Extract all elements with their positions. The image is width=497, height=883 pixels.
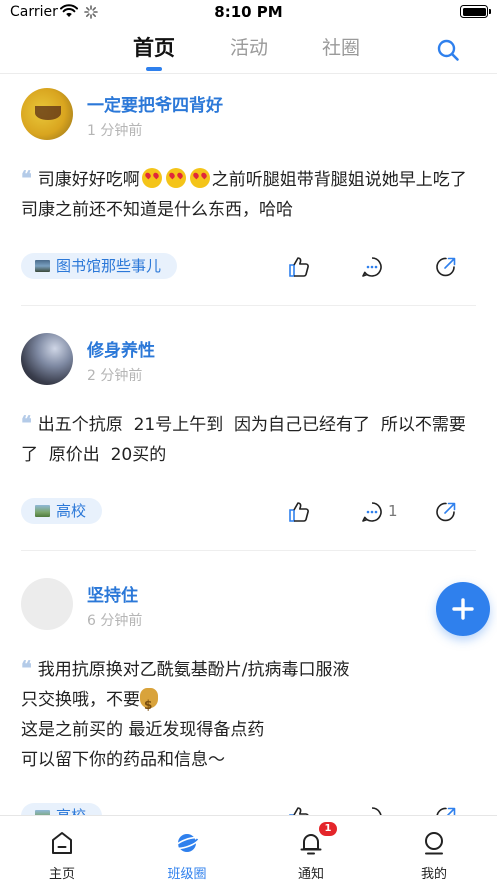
avatar[interactable] <box>21 333 73 385</box>
bottom-tab-label: 主页 <box>48 867 75 882</box>
heart-eyes-emoji-icon <box>189 168 210 188</box>
topic-thumbnail <box>35 505 50 517</box>
bottom-tab-label: 通知 <box>297 867 324 882</box>
post-username[interactable]: 修身养性 <box>87 336 155 361</box>
comment-icon[interactable] <box>360 805 384 815</box>
post-divider <box>21 305 476 306</box>
bottom-tab-label: 我的 <box>420 867 447 882</box>
bottom-tab-home[interactable]: 主页 <box>12 816 112 883</box>
post-divider <box>21 550 476 551</box>
topic-thumbnail <box>35 260 50 272</box>
post-content[interactable]: ❝ 司康好好吃啊 之前听腿姐带背腿姐说她早上吃了司康之前还不知道是什么东西，哈哈 <box>21 163 481 225</box>
like-icon[interactable] <box>287 805 311 815</box>
post-text-line: 可以留下你的药品和信息～ <box>21 750 225 770</box>
notification-badge: 1 <box>319 822 337 836</box>
comment-icon[interactable] <box>360 500 384 524</box>
tab-home[interactable]: 首页 <box>133 32 175 62</box>
topic-tag-label: 图书馆那些事儿 <box>56 257 162 275</box>
post-text: 出五个抗原 21号上午到 因为自己已经有了 所以不需要了 原价出 20买的 <box>21 415 466 465</box>
post-text-line: 这是之前买的 最近发现得备点药 <box>21 720 265 740</box>
tab-community[interactable]: 社圈 <box>322 33 360 60</box>
quote-icon: ❝ <box>21 411 32 435</box>
active-tab-indicator <box>146 67 162 71</box>
post-text-line: 只交换哦，不要 <box>21 690 140 710</box>
planet-icon <box>175 834 199 852</box>
like-icon[interactable] <box>287 500 311 524</box>
avatar[interactable] <box>21 88 73 140</box>
post-feed[interactable]: 一定要把爷四背好 1 分钟前 ❝ 司康好好吃啊 之前听腿姐带背腿姐说她早上吃了司康之… <box>0 75 497 815</box>
search-icon[interactable] <box>436 38 460 62</box>
comment-icon[interactable] <box>360 255 384 279</box>
bottom-tab-class-circle[interactable]: 班级圈 <box>137 816 237 883</box>
bell-icon <box>300 834 322 855</box>
add-post-button[interactable] <box>436 582 490 636</box>
share-icon[interactable] <box>434 255 458 279</box>
home-icon <box>52 832 72 854</box>
share-icon[interactable] <box>434 500 458 524</box>
heart-eyes-emoji-icon <box>165 168 186 188</box>
status-time: 8:10 PM <box>214 3 283 21</box>
comment-count: 1 <box>388 502 398 520</box>
quote-icon: ❝ <box>21 166 32 190</box>
money-bag-emoji-icon <box>140 688 158 720</box>
topic-tag-label: 高校 <box>56 502 87 520</box>
post-time: 2 分钟前 <box>87 368 143 384</box>
post-content[interactable]: ❝ 出五个抗原 21号上午到 因为自己已经有了 所以不需要了 原价出 20买的 <box>21 408 481 470</box>
plus-icon <box>452 598 474 620</box>
avatar[interactable] <box>21 578 73 630</box>
bottom-tab-label: 班级圈 <box>167 867 207 882</box>
battery-icon <box>460 5 491 18</box>
post-time: 6 分钟前 <box>87 613 143 629</box>
quote-icon: ❝ <box>21 656 32 680</box>
tab-activity[interactable]: 活动 <box>230 33 268 60</box>
post-text: 司康好好吃啊 <box>37 170 140 190</box>
post-time: 1 分钟前 <box>87 123 143 139</box>
profile-icon <box>425 832 443 855</box>
share-icon[interactable] <box>434 805 458 815</box>
status-bar: Carrier 8:10 PM <box>0 0 497 26</box>
post-text-line: 我用抗原换对乙酰氨基酚片/抗病毒口服液 <box>37 660 350 680</box>
topic-tag-label: 高校 <box>56 807 86 815</box>
bottom-tab-notifications[interactable]: 1 通知 <box>261 816 361 883</box>
topic-tag[interactable]: 高校 <box>21 498 103 524</box>
bottom-tab-me[interactable]: 我的 <box>384 816 484 883</box>
topic-tag[interactable]: 图书馆那些事儿 <box>21 253 178 279</box>
top-tab-bar: 首页 活动 社圈 <box>0 26 497 74</box>
post-username[interactable]: 一定要把爷四背好 <box>87 91 223 116</box>
post-username[interactable]: 坚持住 <box>87 581 138 606</box>
like-icon[interactable] <box>287 255 311 279</box>
heart-eyes-emoji-icon <box>141 168 162 188</box>
topic-tag[interactable]: 高校 <box>21 803 103 815</box>
post-content[interactable]: ❝我用抗原换对乙酰氨基酚片/抗病毒口服液 只交换哦，不要 这是之前买的 最近发现… <box>21 653 481 775</box>
bottom-tab-bar: 主页 班级圈 1 通知 我的 <box>0 815 497 883</box>
